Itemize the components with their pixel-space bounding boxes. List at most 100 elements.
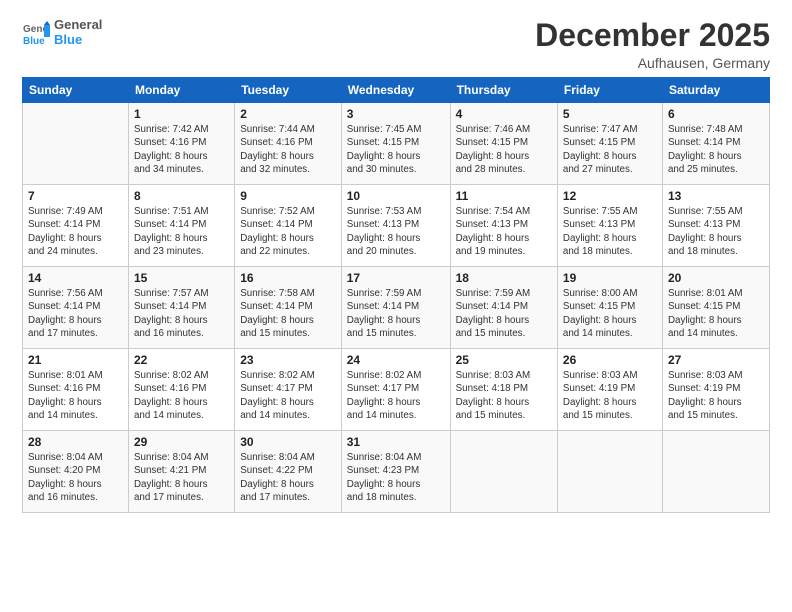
calendar-cell: 26 Sunrise: 8:03 AMSunset: 4:19 PMDayligh…: [557, 349, 662, 431]
day-info: Sunrise: 8:02 AMSunset: 4:17 PMDaylight:…: [240, 369, 336, 422]
day-number: 9: [240, 189, 336, 203]
day-number: 18: [456, 271, 552, 285]
calendar-cell: 9 Sunrise: 7:52 AMSunset: 4:14 PMDaylight…: [235, 185, 342, 267]
calendar-cell: 11Sunrise: 7:54 AMSunset: 4:13 PMDayligh…: [450, 185, 557, 267]
day-info: Sunrise: 7:47 AMSunset: 4:15 PMDaylight:…: [563, 123, 657, 176]
logo-blue-text: Blue: [54, 33, 102, 48]
calendar-cell: 8Sunrise: 7:51 AMSunset: 4:14 PMDaylight…: [128, 185, 234, 267]
day-info: Sunrise: 7:44 AMSunset: 4:16 PMDaylight:…: [240, 123, 336, 176]
day-number: 3: [347, 107, 445, 121]
day-number: 15: [134, 271, 229, 285]
day-info: Sunrise: 8:01 AMSunset: 4:16 PMDaylight:…: [28, 369, 123, 422]
calendar-cell: 2 Sunrise: 7:44 AMSunset: 4:16 PMDaylight…: [235, 103, 342, 185]
calendar-cell: 24 Sunrise: 8:02 AMSunset: 4:17 PMDayligh…: [341, 349, 450, 431]
logo-icon: General Blue: [22, 19, 50, 47]
day-info: Sunrise: 7:55 AMSunset: 4:13 PMDaylight:…: [563, 205, 657, 258]
day-number: 8: [134, 189, 229, 203]
calendar-cell: 18 Sunrise: 7:59 AMSunset: 4:14 PMDayligh…: [450, 267, 557, 349]
day-number: 17: [347, 271, 445, 285]
calendar-cell: 7 Sunrise: 7:49 AMSunset: 4:14 PMDaylight…: [23, 185, 129, 267]
day-info: Sunrise: 7:42 AMSunset: 4:16 PMDaylight:…: [134, 123, 229, 176]
day-number: 24: [347, 353, 445, 367]
day-number: 22: [134, 353, 229, 367]
calendar-cell: 29 Sunrise: 8:04 AMSunset: 4:21 PMDayligh…: [128, 431, 234, 513]
weekday-header: Saturday: [662, 78, 769, 103]
day-info: Sunrise: 8:02 AMSunset: 4:16 PMDaylight:…: [134, 369, 229, 422]
day-info: Sunrise: 7:59 AMSunset: 4:14 PMDaylight:…: [347, 287, 445, 340]
calendar-cell: 28Sunrise: 8:04 AMSunset: 4:20 PMDayligh…: [23, 431, 129, 513]
calendar-cell: [662, 431, 769, 513]
calendar-cell: 21Sunrise: 8:01 AMSunset: 4:16 PMDayligh…: [23, 349, 129, 431]
day-number: 26: [563, 353, 657, 367]
day-info: Sunrise: 8:03 AMSunset: 4:19 PMDaylight:…: [668, 369, 764, 422]
weekday-header: Monday: [128, 78, 234, 103]
day-number: 27: [668, 353, 764, 367]
logo-general-text: General: [54, 18, 102, 33]
day-info: Sunrise: 8:03 AMSunset: 4:19 PMDaylight:…: [563, 369, 657, 422]
header: General Blue General Blue December 2025 …: [22, 18, 770, 71]
calendar-week-row: 28Sunrise: 8:04 AMSunset: 4:20 PMDayligh…: [23, 431, 770, 513]
calendar-cell: 30 Sunrise: 8:04 AMSunset: 4:22 PMDayligh…: [235, 431, 342, 513]
day-info: Sunrise: 7:53 AMSunset: 4:13 PMDaylight:…: [347, 205, 445, 258]
day-info: Sunrise: 7:59 AMSunset: 4:14 PMDaylight:…: [456, 287, 552, 340]
day-number: 16: [240, 271, 336, 285]
day-number: 10: [347, 189, 445, 203]
calendar-cell: 6Sunrise: 7:48 AMSunset: 4:14 PMDaylight…: [662, 103, 769, 185]
calendar-cell: 5 Sunrise: 7:47 AMSunset: 4:15 PMDaylight…: [557, 103, 662, 185]
day-info: Sunrise: 8:04 AMSunset: 4:22 PMDaylight:…: [240, 451, 336, 504]
weekday-header: Thursday: [450, 78, 557, 103]
calendar-cell: 20 Sunrise: 8:01 AMSunset: 4:15 PMDayligh…: [662, 267, 769, 349]
day-number: 20: [668, 271, 764, 285]
calendar-cell: 31 Sunrise: 8:04 AMSunset: 4:23 PMDayligh…: [341, 431, 450, 513]
calendar-cell: 3 Sunrise: 7:45 AMSunset: 4:15 PMDaylight…: [341, 103, 450, 185]
day-number: 29: [134, 435, 229, 449]
calendar-header-row: SundayMondayTuesdayWednesdayThursdayFrid…: [23, 78, 770, 103]
day-info: Sunrise: 7:57 AMSunset: 4:14 PMDaylight:…: [134, 287, 229, 340]
page: General Blue General Blue December 2025 …: [0, 0, 792, 612]
day-number: 1: [134, 107, 229, 121]
day-info: Sunrise: 8:01 AMSunset: 4:15 PMDaylight:…: [668, 287, 764, 340]
calendar-cell: 19Sunrise: 8:00 AMSunset: 4:15 PMDayligh…: [557, 267, 662, 349]
weekday-header: Sunday: [23, 78, 129, 103]
day-info: Sunrise: 8:04 AMSunset: 4:23 PMDaylight:…: [347, 451, 445, 504]
calendar-cell: [23, 103, 129, 185]
calendar-week-row: 1 Sunrise: 7:42 AMSunset: 4:16 PMDaylight…: [23, 103, 770, 185]
day-info: Sunrise: 8:00 AMSunset: 4:15 PMDaylight:…: [563, 287, 657, 340]
calendar-cell: 27 Sunrise: 8:03 AMSunset: 4:19 PMDayligh…: [662, 349, 769, 431]
weekday-header: Wednesday: [341, 78, 450, 103]
day-number: 31: [347, 435, 445, 449]
calendar-cell: 1 Sunrise: 7:42 AMSunset: 4:16 PMDaylight…: [128, 103, 234, 185]
month-title: December 2025: [535, 18, 770, 53]
day-number: 23: [240, 353, 336, 367]
day-info: Sunrise: 8:03 AMSunset: 4:18 PMDaylight:…: [456, 369, 552, 422]
svg-text:Blue: Blue: [23, 36, 45, 47]
calendar-cell: 16 Sunrise: 7:58 AMSunset: 4:14 PMDayligh…: [235, 267, 342, 349]
calendar-cell: 15 Sunrise: 7:57 AMSunset: 4:14 PMDayligh…: [128, 267, 234, 349]
weekday-header: Tuesday: [235, 78, 342, 103]
day-number: 7: [28, 189, 123, 203]
calendar-cell: 25 Sunrise: 8:03 AMSunset: 4:18 PMDayligh…: [450, 349, 557, 431]
day-info: Sunrise: 7:45 AMSunset: 4:15 PMDaylight:…: [347, 123, 445, 176]
calendar-week-row: 14 Sunrise: 7:56 AMSunset: 4:14 PMDayligh…: [23, 267, 770, 349]
day-number: 2: [240, 107, 336, 121]
day-info: Sunrise: 8:04 AMSunset: 4:21 PMDaylight:…: [134, 451, 229, 504]
day-number: 14: [28, 271, 123, 285]
day-number: 5: [563, 107, 657, 121]
day-info: Sunrise: 7:49 AMSunset: 4:14 PMDaylight:…: [28, 205, 123, 258]
calendar-cell: 14 Sunrise: 7:56 AMSunset: 4:14 PMDayligh…: [23, 267, 129, 349]
day-number: 13: [668, 189, 764, 203]
calendar: SundayMondayTuesdayWednesdayThursdayFrid…: [22, 77, 770, 513]
title-block: December 2025 Aufhausen, Germany: [535, 18, 770, 71]
day-number: 25: [456, 353, 552, 367]
day-info: Sunrise: 7:56 AMSunset: 4:14 PMDaylight:…: [28, 287, 123, 340]
day-info: Sunrise: 7:46 AMSunset: 4:15 PMDaylight:…: [456, 123, 552, 176]
day-info: Sunrise: 7:55 AMSunset: 4:13 PMDaylight:…: [668, 205, 764, 258]
calendar-cell: 12Sunrise: 7:55 AMSunset: 4:13 PMDayligh…: [557, 185, 662, 267]
day-info: Sunrise: 7:58 AMSunset: 4:14 PMDaylight:…: [240, 287, 336, 340]
calendar-week-row: 21Sunrise: 8:01 AMSunset: 4:16 PMDayligh…: [23, 349, 770, 431]
calendar-cell: 17 Sunrise: 7:59 AMSunset: 4:14 PMDayligh…: [341, 267, 450, 349]
calendar-cell: 13 Sunrise: 7:55 AMSunset: 4:13 PMDayligh…: [662, 185, 769, 267]
day-info: Sunrise: 7:52 AMSunset: 4:14 PMDaylight:…: [240, 205, 336, 258]
day-number: 30: [240, 435, 336, 449]
day-info: Sunrise: 8:02 AMSunset: 4:17 PMDaylight:…: [347, 369, 445, 422]
